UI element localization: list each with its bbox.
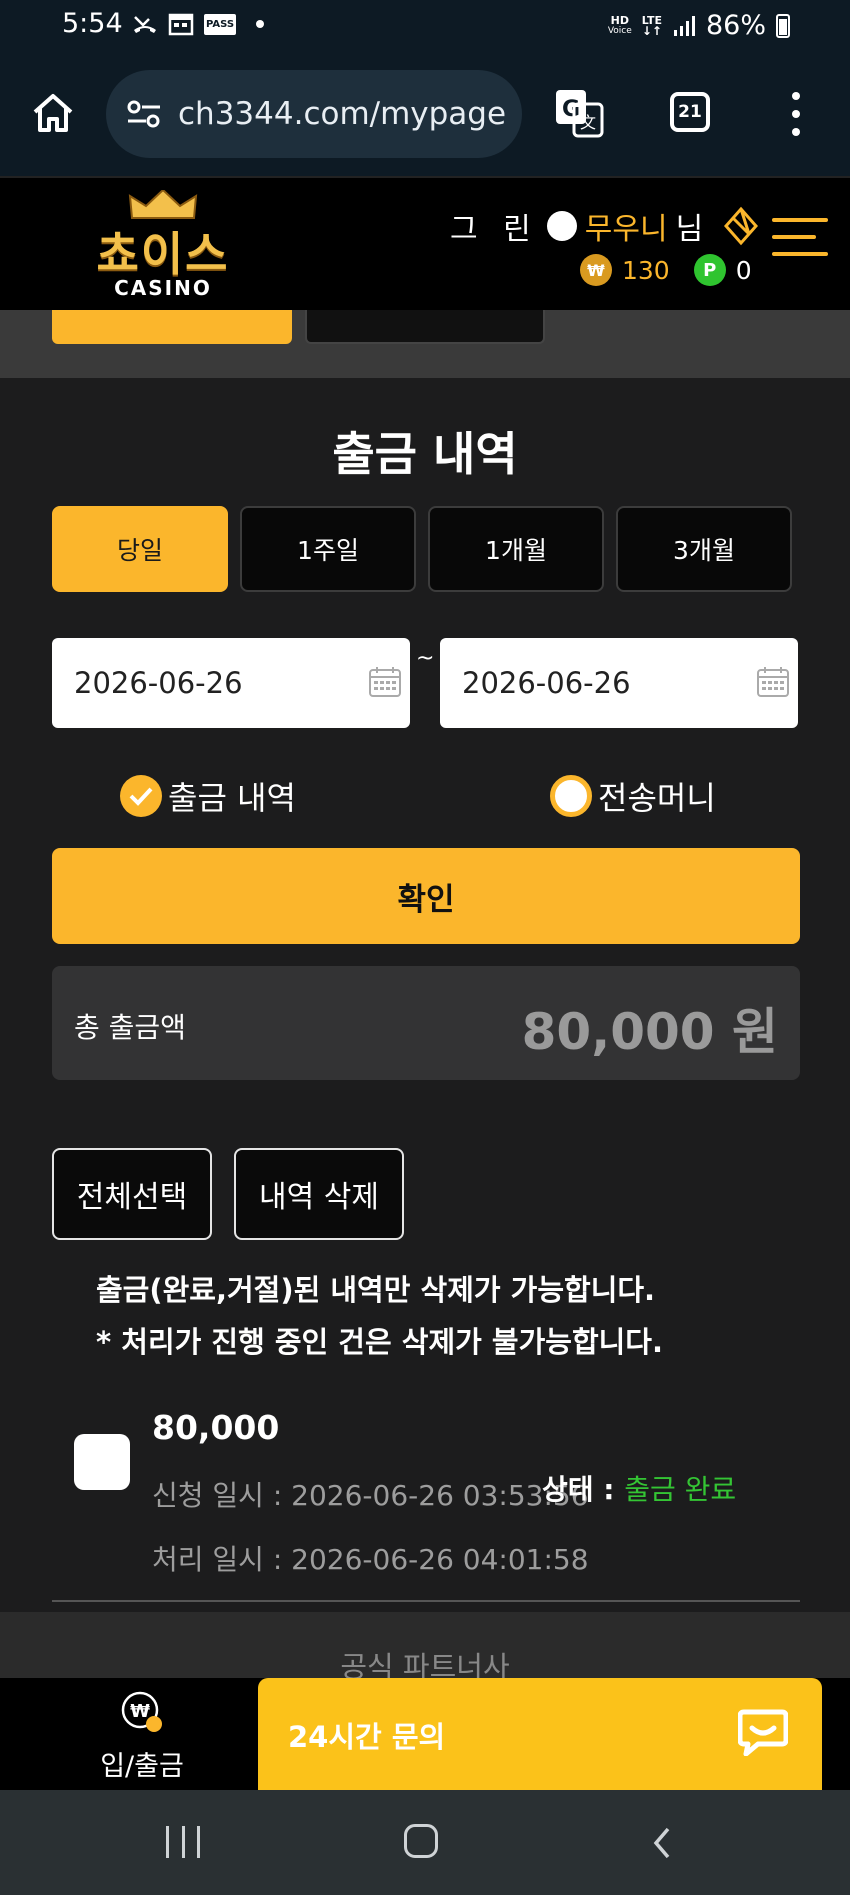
record-amount: 80,000 — [152, 1408, 280, 1447]
partner-section: 공식 파트너사 — [0, 1612, 850, 1678]
support-chat-button[interactable]: 24시간 문의 — [258, 1678, 822, 1790]
notice-line-2: * 처리가 진행 중인 건은 삭제가 불가능합니다. — [96, 1325, 663, 1359]
record-divider — [52, 1600, 800, 1602]
period-1week[interactable]: 1주일 — [240, 506, 416, 592]
status-bar: 5:54 PASS HD Voice LTE ↓↑ 86% — [0, 0, 850, 52]
translate-icon[interactable]: G文 — [552, 86, 606, 140]
battery-percent: 86% — [705, 10, 766, 41]
record-status-label: 상태 : — [542, 1473, 625, 1506]
svg-text:G: G — [562, 97, 580, 122]
site-header: 쵸이스 CASINO 그 린 무우니 님 ₩ 130 P 0 — [0, 176, 850, 310]
point-balance: 0 — [735, 255, 752, 285]
site-settings-icon[interactable] — [126, 99, 162, 129]
vip-diamond-icon[interactable] — [721, 206, 761, 246]
calendar-picker-icon[interactable] — [756, 666, 790, 698]
date-range: 2026-06-26 ~ 2026-06-26 — [52, 638, 800, 728]
record-status-value: 출금 완료 — [624, 1473, 737, 1506]
subtab-inactive[interactable] — [305, 310, 545, 344]
radio-withdrawal-history[interactable]: 출금 내역 — [120, 773, 296, 819]
user-grade-icon — [546, 211, 577, 241]
record-processed-time: 처리 일시 : 2026-06-26 04:01:58 — [152, 1543, 589, 1576]
user-grade: 그 린 — [450, 212, 539, 247]
total-amount: 80,000 원 — [521, 1003, 778, 1061]
partner-heading: 공식 파트너사 — [340, 1650, 510, 1678]
address-bar[interactable]: ch3344.com/mypage — [106, 70, 522, 158]
calendar-picker-icon[interactable] — [368, 666, 402, 698]
svg-text:文: 文 — [580, 113, 596, 132]
logo-subtext: CASINO — [114, 276, 212, 300]
url-text: ch3344.com/mypage — [178, 96, 507, 132]
deposit-withdraw-button[interactable]: ₩ 입/출금 — [52, 1688, 232, 1788]
delete-notice: 출금(완료,거절)된 내역만 삭제가 가능합니다. * 처리가 진행 중인 건은… — [96, 1264, 663, 1368]
period-3months[interactable]: 3개월 — [616, 506, 792, 592]
battery-icon — [776, 13, 790, 38]
record-request-time: 신청 일시 : 2026-06-26 03:53:56 — [152, 1479, 589, 1512]
chat-bubble-icon — [738, 1709, 788, 1756]
date-to-input[interactable]: 2026-06-26 — [440, 638, 798, 728]
lte-icon: LTE ↓↑ — [641, 13, 662, 38]
hamburger-menu-icon[interactable] — [772, 218, 828, 256]
missed-call-icon — [134, 16, 156, 33]
period-today[interactable]: 당일 — [52, 506, 228, 592]
radio-withdrawal-label: 출금 내역 — [168, 779, 296, 817]
radio-transfer-label: 전송머니 — [598, 779, 716, 817]
history-record: 80,000 신청 일시 : 2026-06-26 03:53:56 처리 일시… — [0, 1398, 850, 1602]
back-icon[interactable] — [648, 1826, 678, 1860]
tabs-button[interactable]: 21 — [670, 92, 710, 132]
page-title: 출금 내역 — [332, 427, 518, 481]
casino-logo[interactable]: 쵸이스 CASINO — [78, 190, 248, 300]
history-type-radios: 출금 내역 전송머니 — [0, 773, 850, 823]
total-label: 총 출금액 — [74, 1011, 186, 1044]
date-to-value: 2026-06-26 — [462, 666, 631, 700]
date-from-value: 2026-06-26 — [74, 666, 243, 700]
select-all-button[interactable]: 전체선택 — [52, 1148, 212, 1240]
confirm-button[interactable]: 확인 — [52, 848, 800, 944]
total-withdrawal-box: 총 출금액 80,000 원 — [52, 966, 800, 1080]
home-icon[interactable] — [30, 90, 76, 136]
radio-unchecked-icon — [550, 775, 592, 817]
status-time: 5:54 — [62, 8, 123, 39]
calendar-icon — [168, 13, 194, 36]
hd-voice-icon: HD Voice — [607, 13, 632, 36]
user-info: 그 린 무우니 님 — [450, 204, 761, 248]
point-icon: P — [693, 254, 726, 286]
radio-transfer-money[interactable]: 전송머니 — [550, 773, 716, 819]
subtab-strip — [0, 310, 850, 378]
period-tabs: 당일 1주일 1개월 3개월 — [52, 506, 792, 592]
withdrawal-history-panel: 출금 내역 당일 1주일 1개월 3개월 2026-06-26 ~ 2026-0… — [0, 378, 850, 1678]
record-checkbox[interactable] — [74, 1434, 130, 1490]
bottom-action-bar: ₩ 입/출금 24시간 문의 — [0, 1678, 850, 1790]
browser-menu-icon[interactable] — [784, 92, 808, 136]
date-separator: ~ — [416, 646, 435, 671]
deposit-icon: ₩ — [121, 1691, 162, 1732]
system-home-icon[interactable] — [404, 1824, 438, 1858]
date-from-input[interactable]: 2026-06-26 — [52, 638, 410, 728]
pass-app-icon: PASS — [204, 13, 237, 35]
notification-dot-icon — [256, 20, 265, 28]
history-actions: 전체선택 내역 삭제 — [52, 1148, 404, 1240]
crown-icon — [128, 190, 198, 219]
logo-text: 쵸이스 — [96, 227, 230, 281]
support-chat-label: 24시간 문의 — [288, 1720, 446, 1754]
subtab-active[interactable] — [52, 310, 292, 344]
coin-balance: 130 — [622, 255, 670, 285]
deposit-label: 입/출금 — [100, 1751, 184, 1782]
notice-line-1: 출금(완료,거절)된 내역만 삭제가 가능합니다. — [96, 1273, 656, 1307]
balance-bar: ₩ 130 P 0 — [580, 254, 752, 286]
radio-checked-icon — [120, 775, 162, 817]
user-suffix: 님 — [675, 212, 704, 247]
delete-history-button[interactable]: 내역 삭제 — [234, 1148, 404, 1240]
svg-text:₩: ₩ — [130, 1701, 150, 1722]
period-1month[interactable]: 1개월 — [428, 506, 604, 592]
won-coin-icon: ₩ — [580, 254, 612, 286]
recent-apps-icon[interactable] — [166, 1826, 200, 1858]
record-status: 상태 : 출금 완료 — [542, 1468, 736, 1508]
browser-toolbar: ch3344.com/mypage G文 21 — [0, 52, 850, 176]
signal-icon — [673, 15, 695, 36]
user-name: 무우니 — [584, 212, 668, 247]
system-nav-bar — [0, 1790, 850, 1895]
